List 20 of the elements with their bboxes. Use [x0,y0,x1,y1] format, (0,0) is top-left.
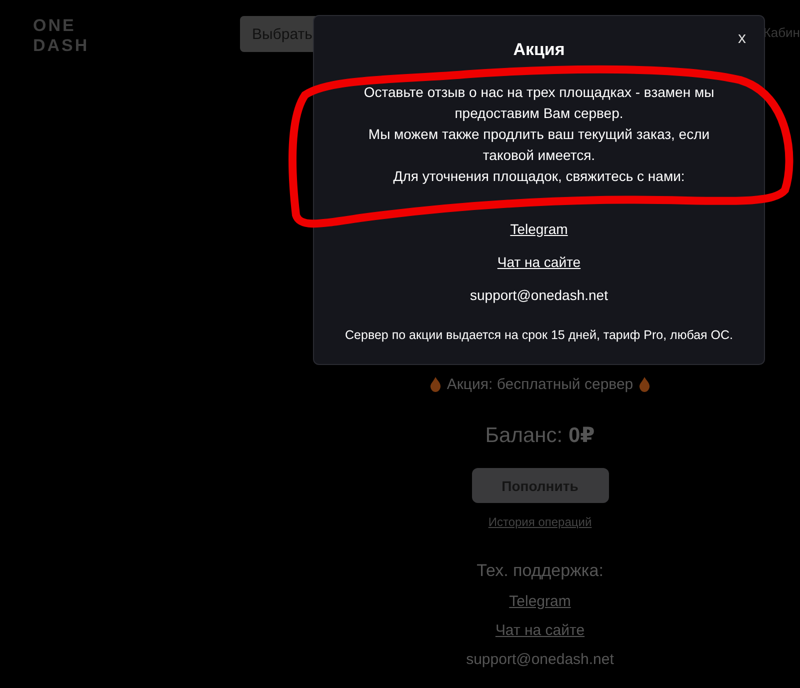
support-email: support@onedash.net [466,651,614,668]
flame-icon [639,377,650,392]
dialog-title: Акция [513,40,565,60]
flame-icon [430,377,441,392]
nav-link[interactable]: Кабин [763,25,800,40]
dialog-email: support@onedash.net [470,287,608,303]
close-button[interactable]: x [734,28,750,50]
support-link[interactable]: Telegram [509,593,571,610]
dialog-link[interactable]: Telegram [510,221,568,237]
promo-text[interactable]: Акция: бесплатный сервер [446,376,634,393]
dialog-text: Мы можем также продлить ваш текущий заказ, если таковой имеется. [367,125,711,165]
logo[interactable]: ONE DASH [33,16,93,56]
support-heading: Тех. поддержка: [476,561,604,581]
dialog-text: Для уточнения площадок, свяжитесь с нами: [392,167,686,186]
balance-text: Баланс: 0₽ [485,423,595,448]
dialog-note: Сервер по акции выдается на срок 15 дней, тариф Pro, любая ОС. [345,328,733,342]
history-link[interactable]: История операций [488,515,592,529]
dialog-text: Оставьте отзыв о нас на трех площадках - взамен мы предоставим Вам сервер. [362,83,716,123]
dialog-link[interactable]: Чат на сайте [497,254,581,270]
support-link[interactable]: Чат на сайте [495,622,585,639]
